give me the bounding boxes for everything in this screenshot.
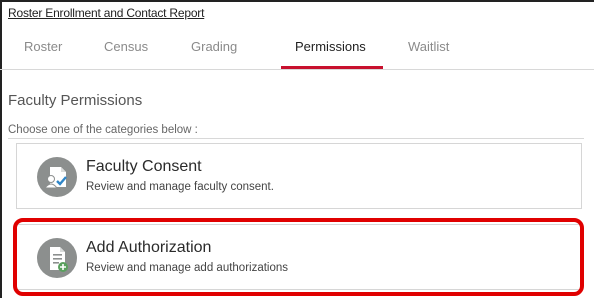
faculty-consent-card[interactable]: Faculty Consent Review and manage facult… — [16, 143, 582, 209]
page-title: Faculty Permissions — [8, 92, 143, 109]
tab-roster[interactable]: Roster — [24, 36, 62, 70]
tab-bar: Roster Census Grading Permissions Waitli… — [0, 36, 594, 70]
report-title-link[interactable]: Roster Enrollment and Contact Report — [8, 6, 204, 20]
tab-census[interactable]: Census — [104, 36, 148, 70]
tab-grading[interactable]: Grading — [191, 36, 237, 70]
tab-waitlist[interactable]: Waitlist — [408, 36, 449, 70]
section-divider — [8, 138, 584, 139]
tab-divider — [0, 69, 594, 70]
highlight-box — [13, 218, 584, 296]
faculty-consent-subtitle: Review and manage faculty consent. — [86, 181, 274, 193]
faculty-consent-icon — [37, 157, 77, 197]
faculty-consent-title: Faculty Consent — [86, 158, 202, 175]
section-hint: Choose one of the categories below : — [8, 124, 198, 136]
tab-permissions[interactable]: Permissions — [295, 36, 366, 70]
